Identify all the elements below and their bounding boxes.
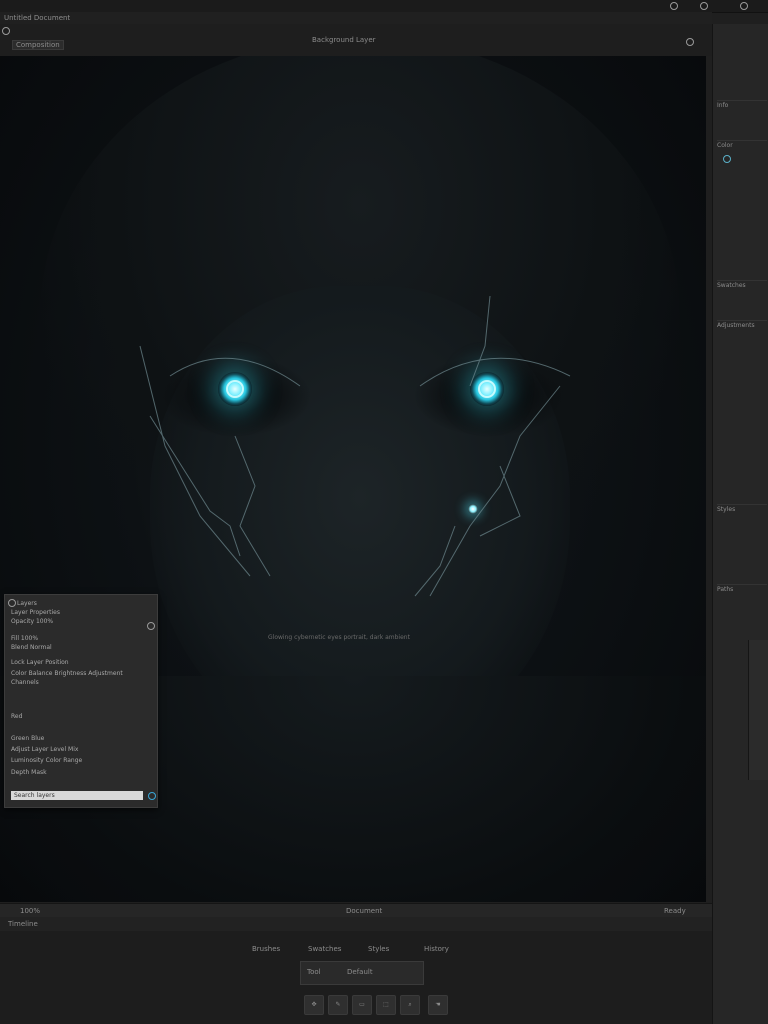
eraser-tool-button[interactable]: ▭: [352, 995, 372, 1015]
zoom-tool-button[interactable]: ⌕: [400, 995, 420, 1015]
right-section-swatches[interactable]: Swatches: [717, 280, 767, 289]
right-section-color[interactable]: Color: [717, 140, 767, 163]
right-section-label: Paths: [717, 586, 734, 593]
document-bar: Composition Background Layer: [0, 24, 712, 56]
select-tool-button[interactable]: ⬚: [376, 995, 396, 1015]
panel-line[interactable]: Depth Mask: [11, 769, 47, 776]
panel-line[interactable]: Lock Layer Position: [11, 659, 69, 666]
search-icon[interactable]: [148, 792, 156, 800]
status-right: Ready: [664, 907, 686, 915]
right-section-adjustments[interactable]: Adjustments: [717, 320, 767, 329]
tool-options-box: Tool Default: [300, 961, 424, 985]
panel-line[interactable]: Luminosity Color Range: [11, 757, 82, 764]
title-bar: Untitled Document: [0, 12, 712, 24]
color-swatch-icon[interactable]: [723, 155, 731, 163]
panel-menu-icon[interactable]: [8, 599, 16, 607]
zoom-icon: ⌕: [408, 1001, 412, 1008]
panel-line[interactable]: Green Blue: [11, 735, 44, 742]
maximize-icon[interactable]: [700, 2, 708, 10]
bottom-panel-area: Brushes Swatches Styles History Tool Def…: [0, 931, 712, 1024]
panel-line: Channels: [11, 679, 39, 686]
panel-line[interactable]: Blend Normal: [11, 644, 52, 651]
timeline-bar: Timeline: [0, 917, 712, 931]
right-section-label: Color: [717, 142, 733, 149]
move-icon: ✥: [311, 1001, 317, 1008]
close-icon[interactable]: [740, 2, 748, 10]
canvas-overlay-text: Glowing cybernetic eyes portrait, dark a…: [268, 634, 410, 641]
bottom-tab-styles[interactable]: Styles: [368, 945, 389, 953]
minimize-icon[interactable]: [670, 2, 678, 10]
right-panel: Info Color Swatches Adjustments Styles P…: [712, 24, 768, 1024]
layers-panel-title: Layers: [17, 600, 37, 607]
link-icon[interactable]: [147, 622, 155, 630]
timeline-label[interactable]: Timeline: [8, 920, 38, 928]
panel-line[interactable]: Opacity 100%: [11, 618, 53, 625]
brush-tool-button[interactable]: ✎: [328, 995, 348, 1015]
right-section-info[interactable]: Info: [717, 100, 767, 109]
layers-panel: Layers Layer Properties Opacity 100% Fil…: [4, 594, 158, 808]
panel-line[interactable]: Color Balance Brightness Adjustment: [11, 670, 123, 677]
select-icon: ⬚: [383, 1001, 389, 1008]
settings-icon[interactable]: [686, 38, 694, 46]
bottom-tab-history[interactable]: History: [424, 945, 449, 953]
eraser-icon: ▭: [359, 1001, 365, 1008]
right-section-label: Styles: [717, 506, 736, 513]
panel-line: Layer Properties: [11, 609, 60, 616]
document-info: Background Layer: [312, 36, 376, 44]
status-bar: 100% Document Ready: [0, 903, 712, 918]
right-section-styles[interactable]: Styles: [717, 504, 767, 513]
collapsed-panel-strip[interactable]: [748, 640, 768, 780]
brush-icon: ✎: [335, 1001, 341, 1008]
layer-search-input[interactable]: Search layers: [11, 791, 143, 800]
right-section-label: Info: [717, 102, 729, 109]
hand-icon: ☚: [435, 1001, 441, 1008]
right-section-paths[interactable]: Paths: [717, 584, 767, 593]
right-section-label: Swatches: [717, 282, 746, 289]
panel-line[interactable]: Red: [11, 713, 22, 720]
window-title: Untitled Document: [4, 14, 71, 22]
bottom-tab-brushes[interactable]: Brushes: [252, 945, 280, 953]
hand-tool-button[interactable]: ☚: [428, 995, 448, 1015]
zoom-level[interactable]: 100%: [20, 907, 40, 915]
move-tool-button[interactable]: ✥: [304, 995, 324, 1015]
panel-line[interactable]: Adjust Layer Level Mix: [11, 746, 78, 753]
right-section-label: Adjustments: [717, 322, 755, 329]
tool-options-title: Tool: [307, 968, 321, 976]
bottom-tab-swatches[interactable]: Swatches: [308, 945, 341, 953]
document-tab[interactable]: Composition: [12, 40, 64, 50]
status-center: Document: [346, 907, 383, 915]
home-icon[interactable]: [2, 27, 10, 35]
panel-line[interactable]: Fill 100%: [11, 635, 38, 642]
tool-options-value[interactable]: Default: [347, 968, 373, 976]
